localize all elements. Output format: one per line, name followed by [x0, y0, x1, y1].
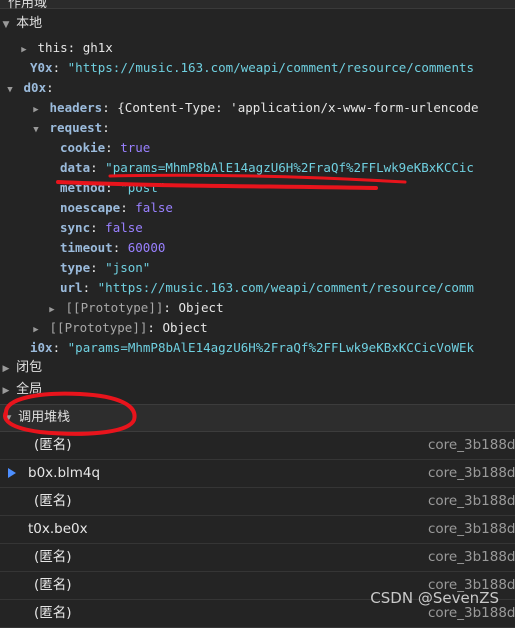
url-row[interactable]: url: "https://music.163.com/weapi/commen…: [0, 278, 515, 298]
noescape-key: noescape: [60, 200, 121, 215]
prototype-key: [[Prototype]]: [49, 320, 148, 335]
prototype-value: Object: [178, 300, 224, 315]
frame-name: (匿名): [34, 577, 72, 593]
Y0x-value: "https://music.163.com/weapi/comment/res…: [67, 60, 475, 75]
frame-location: core_3b188d5: [428, 549, 515, 565]
request-key: request: [49, 120, 103, 135]
frame-location: core_3b188d5: [428, 437, 515, 453]
timeout-key: timeout: [60, 240, 113, 255]
callstack-frame[interactable]: (匿名) core_3b188d5: [0, 432, 515, 460]
frame-name: b0x.blm4q: [28, 465, 101, 481]
Y0x-key: Y0x: [30, 60, 53, 75]
collapsed-triangle-icon: ▶: [2, 364, 10, 374]
url-key: url: [60, 280, 83, 295]
i0x-key: i0x: [30, 340, 53, 355]
callstack-frame-active[interactable]: b0x.blm4q core_3b188d5: [0, 460, 515, 488]
closure-label: 闭包: [16, 360, 43, 375]
sync-key: sync: [60, 220, 91, 235]
noescape-value: false: [135, 200, 173, 215]
data-row[interactable]: data: "params=MhmP8bAlE14agzU6H%2FraQf%2…: [0, 158, 515, 178]
method-key: method: [60, 180, 106, 195]
expanded-triangle-icon: ▼: [7, 85, 13, 95]
frame-name: t0x.be0x: [28, 521, 88, 537]
frame-name: (匿名): [34, 549, 72, 565]
timeout-value: 60000: [127, 240, 166, 255]
collapsed-triangle-icon: ▶: [33, 325, 39, 335]
callstack-frame[interactable]: (匿名) core_3b188d5: [0, 544, 515, 572]
cookie-row[interactable]: cookie: true: [0, 138, 515, 158]
frame-name: (匿名): [34, 605, 72, 621]
current-frame-arrow-icon: [8, 468, 16, 478]
local-scope-label: 本地: [16, 16, 43, 31]
closure-scope-toggle[interactable]: ▶ 闭包: [0, 358, 515, 378]
headers-row[interactable]: ▶ headers: {Content-Type: 'application/x…: [0, 98, 515, 118]
prototype-key: [[Prototype]]: [65, 300, 164, 315]
expanded-triangle-icon: ▼: [4, 414, 12, 424]
frame-location: core_3b188d5: [428, 465, 515, 481]
i0x-value: "params=MhmP8bAlE14agzU6H%2FraQf%2FFLwk9…: [67, 340, 475, 355]
frame-location: core_3b188d5: [428, 493, 515, 509]
watermark: CSDN @SevenZS: [370, 589, 499, 607]
type-row[interactable]: type: "json": [0, 258, 515, 278]
scope-title: 作用域: [8, 0, 48, 11]
global-scope-toggle[interactable]: ▶ 全局: [0, 380, 515, 400]
i0x-row[interactable]: i0x: "params=MhmP8bAlE14agzU6H%2FraQf%2F…: [0, 338, 515, 358]
Y0x-row[interactable]: Y0x: "https://music.163.com/weapi/commen…: [0, 58, 515, 78]
sync-row[interactable]: sync: false: [0, 218, 515, 238]
request-prototype-row[interactable]: ▶ [[Prototype]]: Object: [0, 298, 515, 318]
collapsed-triangle-icon: ▶: [2, 386, 10, 396]
frame-name: (匿名): [34, 493, 72, 509]
request-row[interactable]: ▼ request:: [0, 118, 515, 138]
collapsed-triangle-icon: ▶: [33, 105, 39, 115]
this-row[interactable]: ▶ this: gh1x: [0, 38, 515, 58]
frame-name: (匿名): [34, 437, 72, 453]
data-key: data: [60, 160, 91, 175]
this-value: gh1x: [82, 40, 113, 55]
callstack-frame[interactable]: t0x.be0x core_3b188d5: [0, 516, 515, 544]
headers-key: headers: [49, 100, 103, 115]
type-key: type: [60, 260, 91, 275]
callstack-frame[interactable]: (匿名) core_3b188d5: [0, 488, 515, 516]
url-value: "https://music.163.com/weapi/comment/res…: [97, 280, 474, 295]
type-value: "json": [105, 260, 151, 275]
method-value: "post": [120, 180, 166, 195]
global-label: 全局: [16, 382, 43, 397]
callstack-title: 调用堆栈: [18, 410, 71, 425]
d0x-prototype-row[interactable]: ▶ [[Prototype]]: Object: [0, 318, 515, 338]
cookie-value: true: [120, 140, 151, 155]
expanded-triangle-icon: ▼: [33, 125, 39, 135]
callstack-header[interactable]: ▼ 调用堆栈: [0, 404, 515, 432]
collapsed-triangle-icon: ▶: [49, 305, 55, 315]
noescape-row[interactable]: noescape: false: [0, 198, 515, 218]
sync-value: false: [105, 220, 143, 235]
d0x-key: d0x: [23, 80, 47, 95]
d0x-row[interactable]: ▼ d0x:: [0, 78, 515, 98]
frame-location: core_3b188d5: [428, 521, 515, 537]
timeout-row[interactable]: timeout: 60000: [0, 238, 515, 258]
cookie-key: cookie: [60, 140, 106, 155]
data-value: "params=MhmP8bAlE14agzU6H%2FraQf%2FFLwk9…: [105, 160, 474, 175]
collapsed-triangle-icon: ▶: [21, 45, 27, 55]
prototype-value: Object: [162, 320, 208, 335]
this-key: this: [37, 40, 68, 55]
local-scope-toggle[interactable]: ▼ 本地: [0, 14, 515, 34]
method-row[interactable]: method: "post": [0, 178, 515, 198]
scope-header[interactable]: 作用域: [0, 0, 515, 11]
expanded-triangle-icon: ▼: [2, 20, 10, 30]
headers-value: {Content-Type: 'application/x-www-form-u…: [117, 100, 479, 115]
